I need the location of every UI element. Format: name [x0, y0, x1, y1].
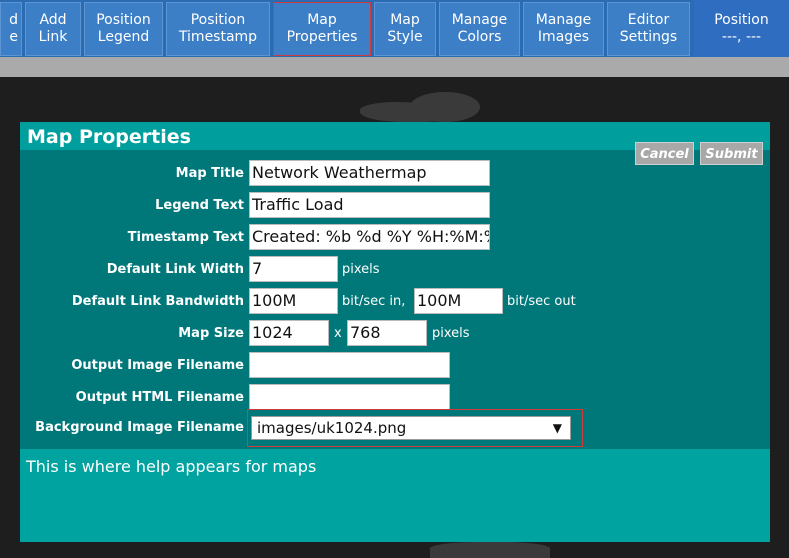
toolbar: d e Add Link Position Legend Position Ti… [0, 0, 789, 57]
output-html-input[interactable] [249, 384, 450, 410]
link-width-unit: pixels [342, 262, 380, 277]
legend-text-label: Legend Text [155, 198, 244, 213]
toolbar-button-line2: e [9, 29, 18, 45]
map-properties-button[interactable]: Map Properties [273, 2, 371, 56]
toolbar-button-partial[interactable]: d e [0, 2, 22, 56]
bandwidth-in-unit: bit/sec in, [342, 294, 406, 309]
add-link-button[interactable]: Add Link [25, 2, 81, 56]
manage-images-button[interactable]: Manage Images [523, 2, 604, 56]
legend-text-input[interactable]: Traffic Load [249, 192, 490, 218]
button-line2: Timestamp [178, 29, 258, 45]
timestamp-text-input[interactable]: Created: %b %d %Y %H:%M:% [249, 224, 490, 250]
map-size-unit: pixels [432, 326, 470, 341]
toolbar-button-line1: d [9, 12, 18, 28]
position-label: Position [714, 11, 769, 28]
link-bandwidth-label: Default Link Bandwidth [71, 294, 244, 309]
button-line1: Manage [535, 12, 592, 28]
bandwidth-in-input[interactable]: 100M [249, 288, 338, 314]
background-image-select[interactable]: images/uk1024.png ▼ [251, 416, 571, 440]
link-width-input[interactable]: 7 [249, 256, 338, 282]
output-image-input[interactable] [249, 352, 450, 378]
output-html-label: Output HTML Filename [75, 390, 244, 405]
button-line2: Colors [457, 29, 502, 45]
button-line2: Properties [286, 29, 358, 45]
position-legend-button[interactable]: Position Legend [84, 2, 163, 56]
background-image-highlight: images/uk1024.png ▼ [247, 409, 583, 447]
position-timestamp-button[interactable]: Position Timestamp [166, 2, 270, 56]
selected-value: images/uk1024.png [257, 419, 407, 437]
map-width-input[interactable]: 1024 [249, 320, 329, 346]
button-line2: Settings [619, 29, 678, 45]
map-size-separator: x [334, 326, 342, 341]
map-landmass [410, 92, 480, 122]
map-style-button[interactable]: Map Style [374, 2, 436, 56]
cancel-button[interactable]: Cancel [635, 142, 694, 165]
bandwidth-out-unit: bit/sec out [507, 294, 576, 309]
map-title-label: Map Title [175, 166, 244, 181]
button-line1: Position [96, 12, 151, 28]
toolbar-divider [0, 57, 789, 77]
position-readout: Position ---, --- [694, 0, 789, 57]
manage-colors-button[interactable]: Manage Colors [439, 2, 520, 56]
button-line2: Link [38, 29, 68, 45]
map-title-input[interactable]: Network Weathermap [249, 160, 490, 186]
button-line2: Legend [97, 29, 150, 45]
map-size-label: Map Size [178, 326, 244, 341]
submit-button[interactable]: Submit [700, 142, 763, 165]
editor-settings-button[interactable]: Editor Settings [607, 2, 690, 56]
button-line1: Position [190, 12, 246, 28]
button-line1: Add [39, 12, 67, 28]
map-height-input[interactable]: 768 [347, 320, 427, 346]
background-image-label: Background Image Filename [35, 420, 244, 435]
help-panel: This is where help appears for maps [20, 449, 770, 542]
output-image-label: Output Image Filename [71, 358, 244, 373]
button-line1: Editor [627, 12, 670, 28]
button-line2: Images [537, 29, 590, 45]
bandwidth-out-input[interactable]: 100M [414, 288, 503, 314]
button-line1: Manage [451, 12, 508, 28]
button-line1: Map [307, 12, 337, 28]
dropdown-arrow-icon: ▼ [552, 421, 562, 435]
map-properties-dialog: Map Properties Cancel Submit Map Title N… [20, 122, 770, 542]
link-width-label: Default Link Width [106, 262, 244, 277]
timestamp-text-label: Timestamp Text [127, 230, 244, 245]
button-line2: Style [387, 29, 423, 45]
button-line1: Map [390, 12, 420, 28]
map-landmass [430, 542, 550, 558]
position-value: ---, --- [721, 28, 762, 45]
